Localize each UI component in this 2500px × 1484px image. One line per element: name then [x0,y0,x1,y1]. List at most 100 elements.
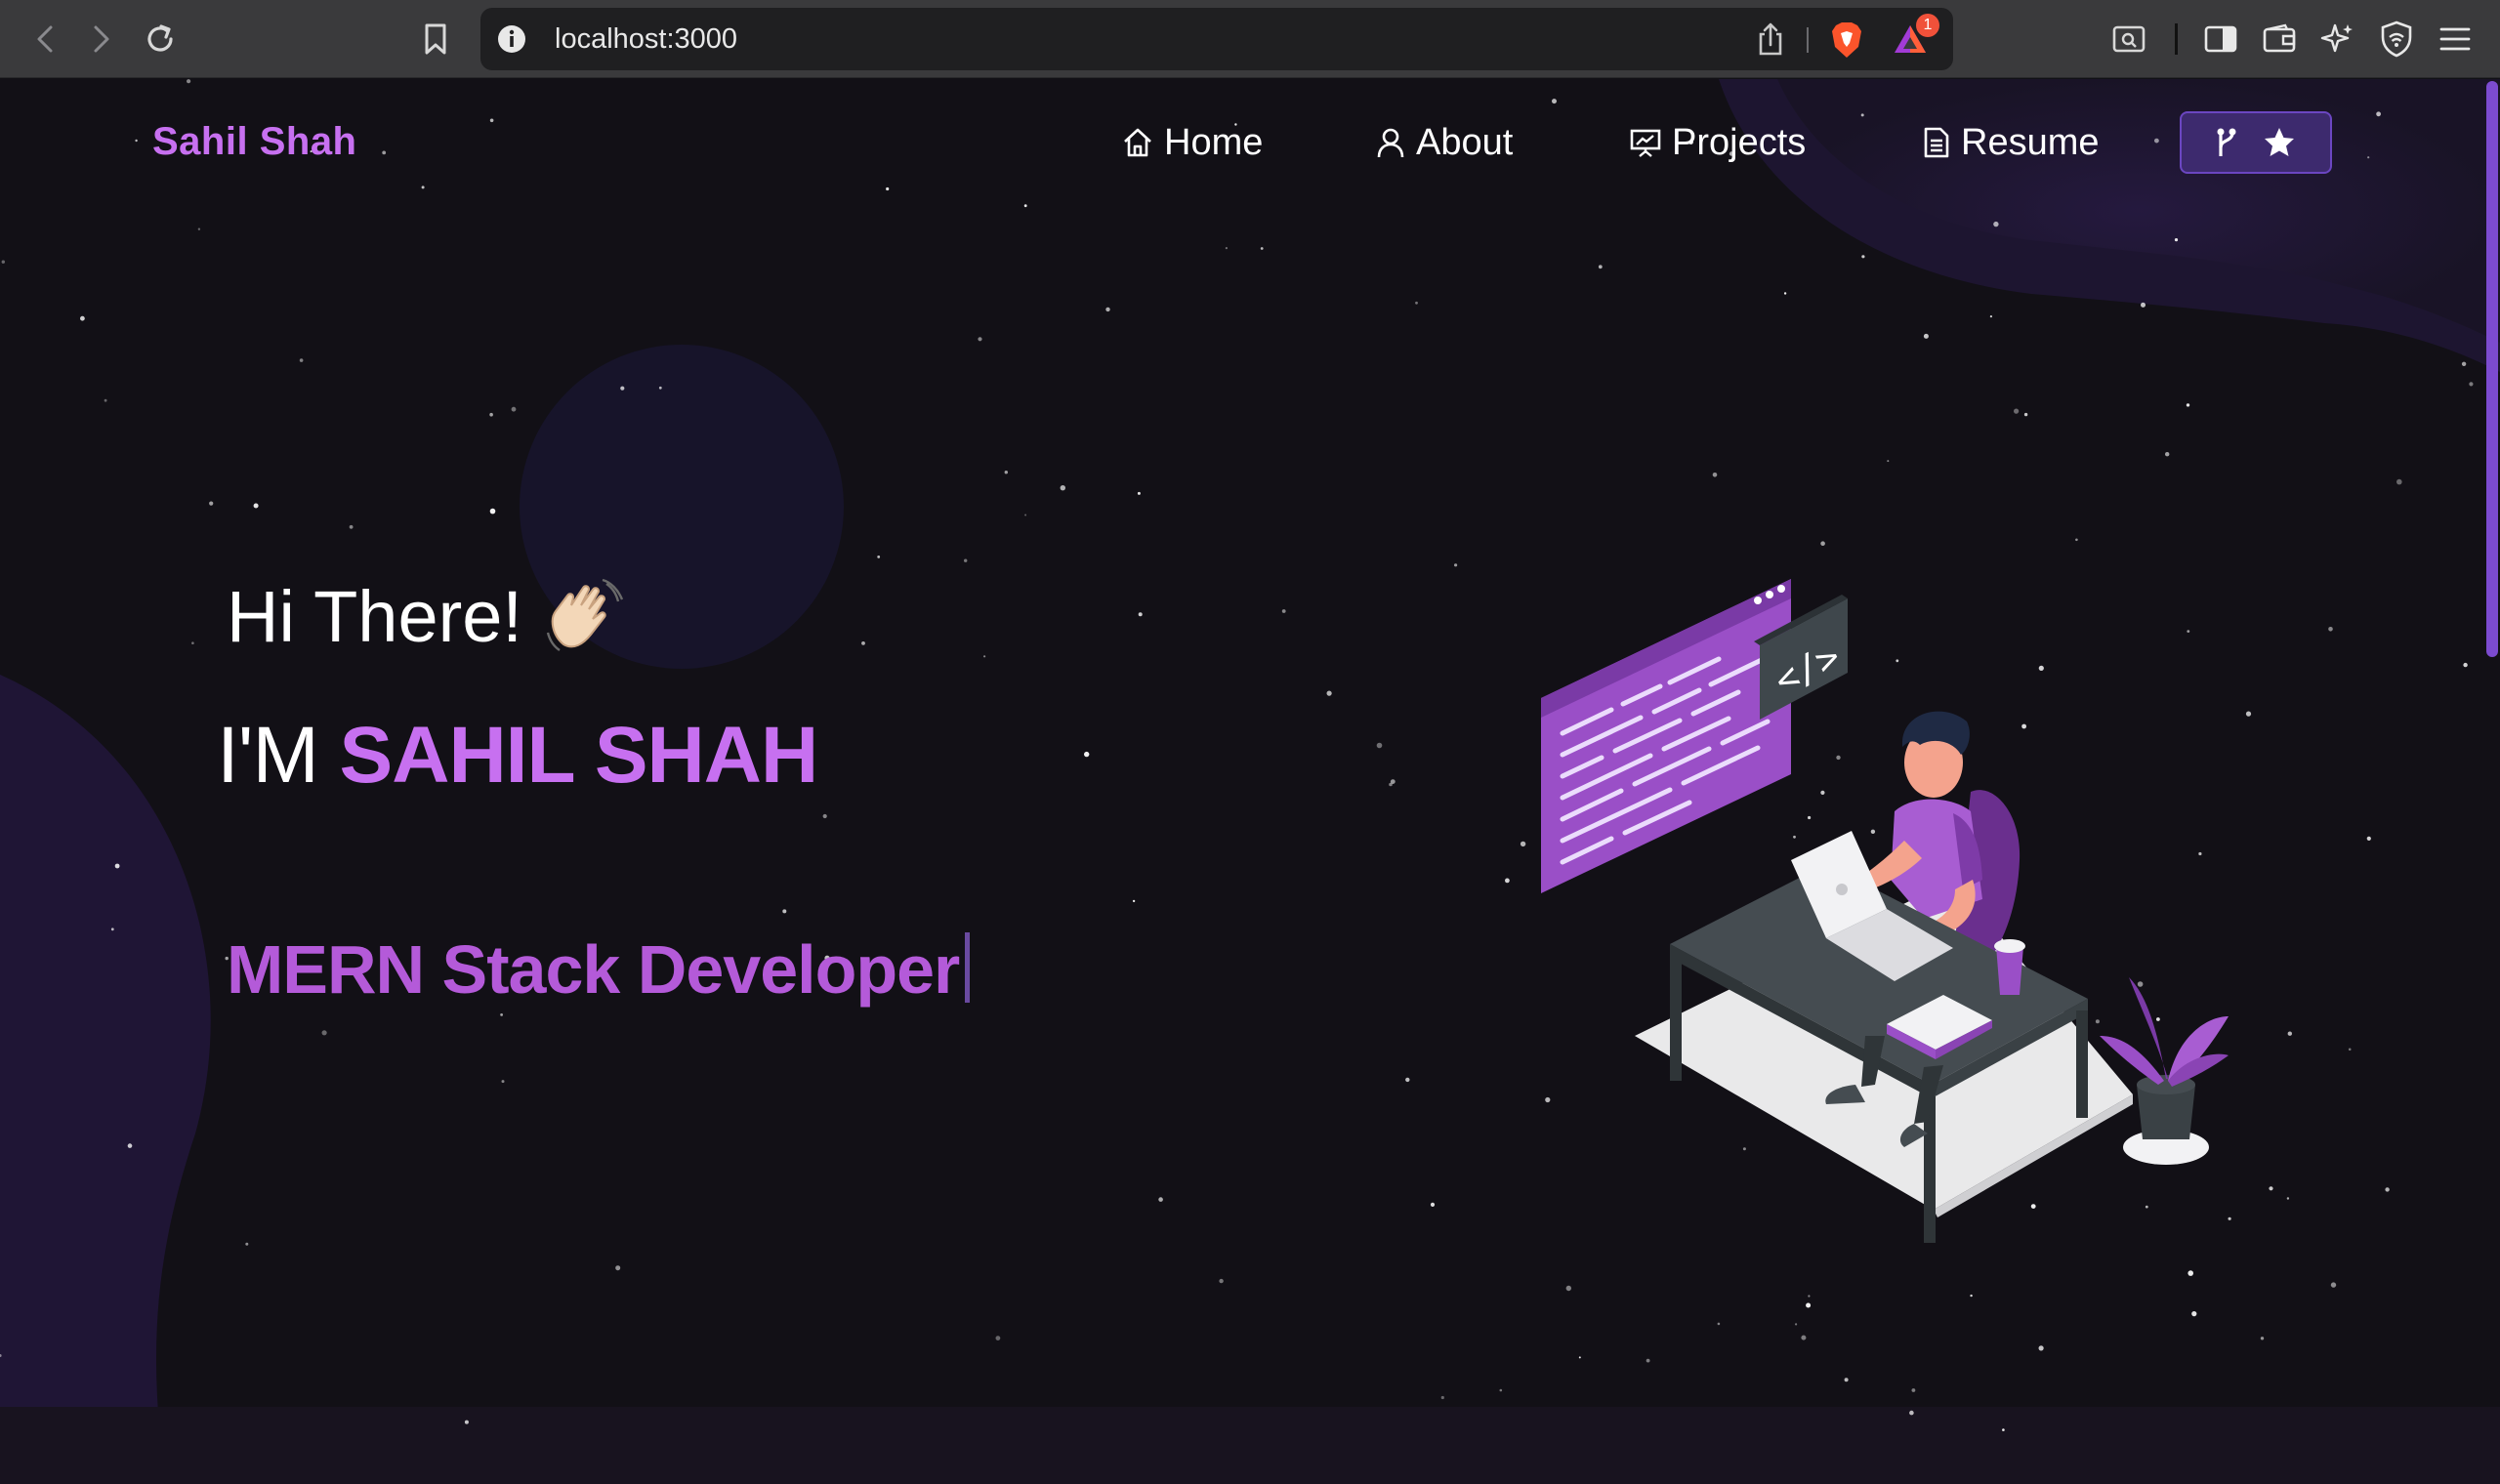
star [2174,238,2179,242]
sidebar-button[interactable] [2199,18,2242,61]
menu-button[interactable] [2434,18,2477,61]
star-icon [2265,128,2294,156]
greeting-text: Hi There! [227,576,522,657]
leo-ai-button[interactable] [2316,18,2359,61]
star [187,79,191,84]
document-icon [1922,126,1951,159]
bookmark-button[interactable] [414,18,457,61]
star [2348,1048,2352,1051]
star [321,1030,327,1036]
url-text[interactable]: localhost:3000 [555,8,737,70]
star [2328,627,2333,632]
intro-prefix: I'M [217,711,319,800]
bookmark-icon [425,23,446,55]
star [615,1265,621,1271]
star [1795,1323,1798,1326]
star [1520,841,1526,847]
presentation-icon [1629,126,1662,159]
reload-icon [147,24,173,52]
star [1844,1378,1849,1382]
forward-button[interactable] [80,18,123,61]
typewriter-role: MERN Stack Developer [227,930,971,1009]
star [2376,111,2382,117]
star [2469,382,2474,387]
star [1105,307,1110,312]
git-fork-icon [2217,128,2236,156]
page-search-button[interactable] [2107,18,2150,61]
star [1505,878,1510,884]
star [995,1336,1001,1340]
brand-logo[interactable]: Sahil Shah [152,120,357,164]
star [1783,292,1787,295]
wave-icon [546,578,624,651]
star [197,227,201,230]
star [489,508,496,515]
star [1023,204,1027,208]
star [1861,255,1865,259]
hero-name: SAHIL SHAH [339,711,819,800]
star [861,641,865,645]
typing-cursor [965,932,971,1003]
brave-shield-icon[interactable] [1830,21,1863,59]
portfolio-page: Sahil Shah Home About Projects Resume Hi… [0,79,2500,1484]
star [2461,361,2467,366]
star [2141,302,2146,308]
developer-illustration: </> [1541,579,2229,1243]
star [1225,247,1228,250]
chevron-left-icon [37,25,53,53]
wallet-icon [2263,23,2296,53]
star [2463,662,2468,668]
star [1084,751,1090,758]
star [1578,1356,1581,1359]
star [1440,1395,1444,1400]
reload-button[interactable] [139,18,182,61]
vpn-button[interactable] [2375,18,2418,61]
nav-item-home[interactable]: Home [1121,118,1263,167]
star [877,556,881,558]
star [2154,138,2159,144]
star [2023,412,2028,417]
sparkle-icon [2320,23,2353,53]
nav-label: Projects [1672,121,1807,163]
star [658,386,662,390]
star [511,406,517,412]
star [209,501,214,506]
share-icon[interactable] [1756,21,1785,57]
nav-item-about[interactable]: About [1375,118,1513,167]
star [2186,403,2190,407]
star [2366,836,2371,842]
notification-badge: 1 [1916,14,1939,37]
star [1326,690,1332,696]
hero-greeting: Hi There! [227,575,624,658]
star [964,558,968,562]
hero-intro: I'M SAHIL SHAH [217,710,819,802]
star [80,315,85,321]
star [886,186,890,191]
star [110,928,114,931]
page-scrollbar[interactable] [2486,81,2498,657]
wallet-button[interactable] [2258,18,2301,61]
separator [1807,27,1809,53]
star [2367,156,2370,159]
star [114,863,120,869]
star [1415,301,1418,305]
star [1801,1335,1807,1340]
address-bar[interactable]: localhost:3000 1 [480,8,1953,70]
star [191,641,194,644]
star [2385,1187,2390,1192]
star [464,1420,469,1424]
github-fork-star-button[interactable] [2180,111,2332,174]
star [2396,478,2402,485]
star [2287,1031,2292,1036]
star [1281,609,1286,613]
role-text: MERN Stack Developer [227,931,960,1008]
star [2260,1337,2265,1340]
home-icon [1121,126,1154,159]
nav-item-resume[interactable]: Resume [1922,118,2100,167]
star [1219,1278,1224,1284]
info-icon[interactable] [496,23,527,55]
star [500,1013,503,1016]
nav-item-projects[interactable]: Projects [1629,118,1806,167]
back-button[interactable] [23,18,66,61]
star [299,358,304,362]
